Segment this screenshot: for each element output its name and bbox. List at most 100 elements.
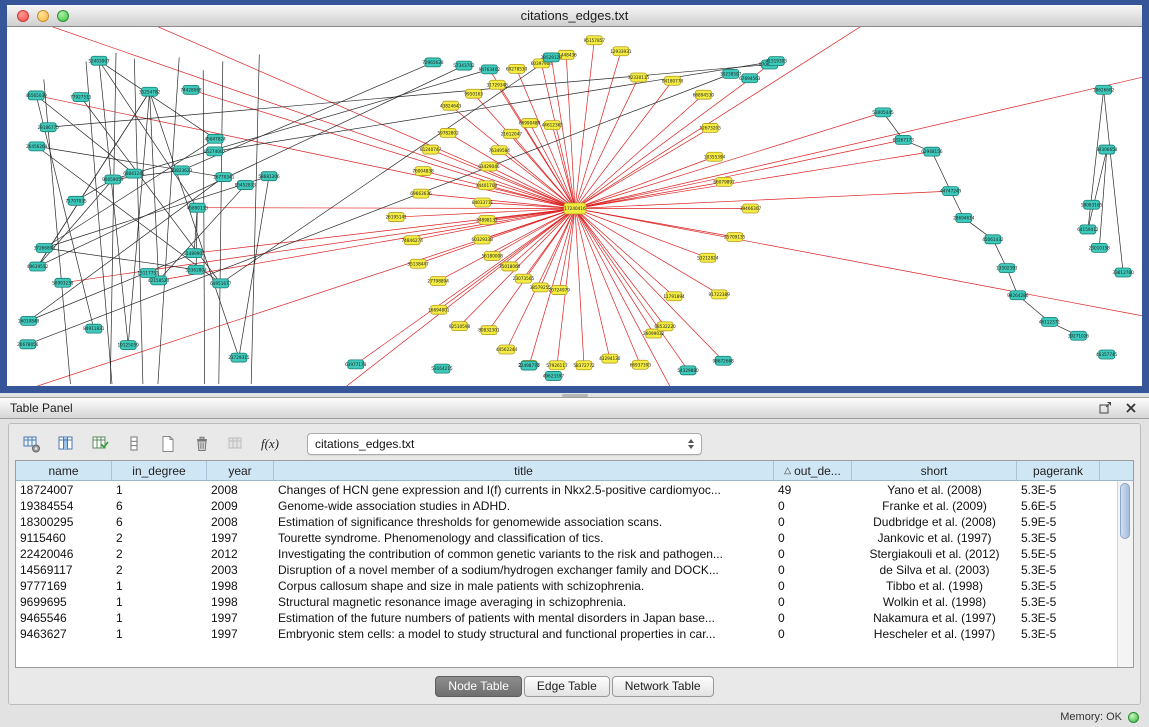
graph-edge[interactable] bbox=[431, 150, 575, 209]
graph-edge[interactable] bbox=[575, 40, 594, 208]
graph-node[interactable]: 23729315 bbox=[228, 353, 250, 362]
graph-node[interactable]: 24898133 bbox=[476, 215, 498, 224]
graph-edge[interactable] bbox=[575, 208, 584, 365]
column-header-year[interactable]: year bbox=[207, 461, 274, 480]
graph-node[interactable]: 69841245 bbox=[123, 169, 145, 178]
graph-edge[interactable] bbox=[575, 208, 640, 364]
graph-node[interactable]: 44562244 bbox=[496, 345, 518, 354]
graph-edge[interactable] bbox=[150, 92, 239, 358]
minimize-icon[interactable] bbox=[37, 10, 49, 22]
graph-node[interactable]: 30238507 bbox=[720, 69, 742, 78]
graph-node[interactable]: 68532220 bbox=[654, 322, 676, 331]
graph-node[interactable]: 26678056 bbox=[17, 340, 39, 349]
graph-node[interactable]: 18626602 bbox=[1093, 85, 1115, 94]
graph-node[interactable]: 44747249 bbox=[940, 187, 962, 196]
graph-node[interactable]: 29186775 bbox=[38, 123, 60, 132]
graph-node[interactable]: 72965628 bbox=[422, 58, 444, 67]
graph-node[interactable]: 83823623 bbox=[171, 166, 193, 175]
edit-table-icon[interactable] bbox=[87, 431, 113, 457]
graph-node[interactable]: 23073565 bbox=[513, 274, 535, 283]
graph-node[interactable]: 46565039 bbox=[26, 91, 48, 100]
graph-edge[interactable] bbox=[932, 152, 951, 191]
column-header-short[interactable]: short bbox=[852, 461, 1017, 480]
graph-node[interactable]: 57343702 bbox=[453, 61, 475, 70]
graph-node[interactable]: 74846274 bbox=[402, 236, 424, 245]
graph-node[interactable]: 21612047 bbox=[501, 129, 523, 138]
graph-node[interactable]: 37266898 bbox=[34, 243, 56, 252]
graph-node[interactable]: 81240747 bbox=[420, 145, 442, 154]
graph-edge[interactable] bbox=[575, 208, 674, 296]
graph-node[interactable]: 57926117 bbox=[546, 361, 568, 370]
graph-node[interactable]: 67694563 bbox=[739, 74, 761, 83]
graph-edge[interactable] bbox=[517, 69, 575, 209]
graph-edge[interactable] bbox=[575, 77, 639, 208]
graph-node[interactable]: 85452833 bbox=[235, 181, 257, 190]
table-settings-icon[interactable] bbox=[19, 431, 45, 457]
graph-node[interactable]: 98672668 bbox=[713, 356, 735, 365]
graph-node[interactable]: 12933931 bbox=[610, 47, 632, 56]
graph-node[interactable]: 35138447 bbox=[407, 259, 429, 268]
graph-node[interactable]: 98264286 bbox=[1007, 291, 1029, 300]
graph-node[interactable]: 9950163 bbox=[464, 89, 483, 98]
graph-node[interactable]: 63267173 bbox=[893, 135, 915, 144]
graph-node[interactable]: 35254782 bbox=[139, 87, 161, 96]
graph-edge[interactable] bbox=[215, 61, 777, 151]
graph-node[interactable]: 52673203 bbox=[700, 123, 722, 132]
table-row[interactable]: 977716911998Corpus callosum shape and si… bbox=[16, 578, 1133, 594]
graph-node[interactable]: 58083165 bbox=[1081, 200, 1103, 209]
network-window-titlebar[interactable]: citations_edges.txt bbox=[7, 5, 1142, 27]
graph-edge[interactable] bbox=[251, 54, 259, 384]
graph-node[interactable]: 84033711 bbox=[472, 198, 494, 207]
rows-icon[interactable] bbox=[121, 431, 147, 457]
graph-edge[interactable] bbox=[44, 139, 215, 248]
graph-node[interactable]: 53164215 bbox=[431, 364, 453, 373]
graph-node[interactable]: 77927515 bbox=[70, 93, 92, 102]
graph-node[interactable]: 60278530 bbox=[506, 64, 528, 73]
graph-node[interactable]: 85274007 bbox=[204, 147, 226, 156]
graph-node[interactable]: 84180778 bbox=[662, 76, 684, 85]
graph-node[interactable]: 43294130 bbox=[599, 354, 621, 363]
import-table-icon[interactable] bbox=[223, 431, 249, 457]
graph-edge[interactable] bbox=[28, 74, 731, 344]
graph-node[interactable]: 32330115 bbox=[628, 73, 650, 82]
graph-node[interactable]: 38579255 bbox=[530, 283, 552, 292]
graph-node[interactable]: 66990480 bbox=[519, 119, 541, 128]
graph-node[interactable]: 49623397 bbox=[543, 371, 565, 380]
tab-node-table[interactable]: Node Table bbox=[435, 676, 522, 697]
graph-node[interactable]: 16010848 bbox=[18, 316, 40, 325]
graph-edge[interactable] bbox=[158, 58, 179, 384]
show-columns-icon[interactable] bbox=[53, 431, 79, 457]
graph-node[interactable]: 91722389 bbox=[709, 290, 731, 299]
table-row[interactable]: 1830029562008Estimation of significance … bbox=[16, 514, 1133, 530]
graph-node[interactable]: 44612363 bbox=[542, 121, 564, 130]
graph-node[interactable]: 39529129 bbox=[541, 53, 563, 62]
graph-edge[interactable] bbox=[575, 208, 707, 386]
new-file-icon[interactable] bbox=[155, 431, 181, 457]
graph-edge[interactable] bbox=[221, 57, 552, 283]
graph-node[interactable]: 71707035 bbox=[65, 196, 87, 205]
table-row[interactable]: 2242004622012Investigating the contribut… bbox=[16, 546, 1133, 562]
graph-edge[interactable] bbox=[575, 64, 770, 208]
graph-node[interactable]: 13502393 bbox=[996, 264, 1018, 273]
graph-node[interactable]: 75018060 bbox=[499, 262, 521, 271]
graph-edge[interactable] bbox=[99, 61, 215, 139]
graph-node[interactable]: 53212824 bbox=[697, 253, 719, 262]
graph-node[interactable]: 10355394 bbox=[704, 152, 726, 161]
graph-node[interactable]: 11791894 bbox=[663, 292, 685, 301]
table-scrollbar[interactable] bbox=[1117, 481, 1133, 667]
graph-node[interactable]: 45061432 bbox=[982, 235, 1004, 244]
graph-node[interactable]: 22498771 bbox=[518, 361, 540, 370]
graph-edge[interactable] bbox=[566, 55, 575, 209]
graph-node[interactable]: 45647824 bbox=[205, 134, 227, 143]
graph-edge[interactable] bbox=[134, 59, 143, 384]
graph-node[interactable]: 17240416 bbox=[564, 203, 586, 214]
graph-node[interactable]: 16694801 bbox=[428, 305, 450, 314]
graph-node[interactable]: 50993238 bbox=[52, 278, 74, 287]
graph-node[interactable]: 95157857 bbox=[584, 36, 606, 45]
graph-node[interactable]: 66894530 bbox=[693, 90, 715, 99]
graph-node[interactable]: 54329880 bbox=[677, 366, 699, 375]
graph-node[interactable]: 15117751 bbox=[137, 269, 159, 278]
graph-node[interactable]: 46112371 bbox=[1039, 317, 1061, 326]
graph-node[interactable]: 28694614 bbox=[953, 213, 975, 222]
table-row[interactable]: 911546021997Tourette syndrome. Phenomeno… bbox=[16, 530, 1133, 546]
